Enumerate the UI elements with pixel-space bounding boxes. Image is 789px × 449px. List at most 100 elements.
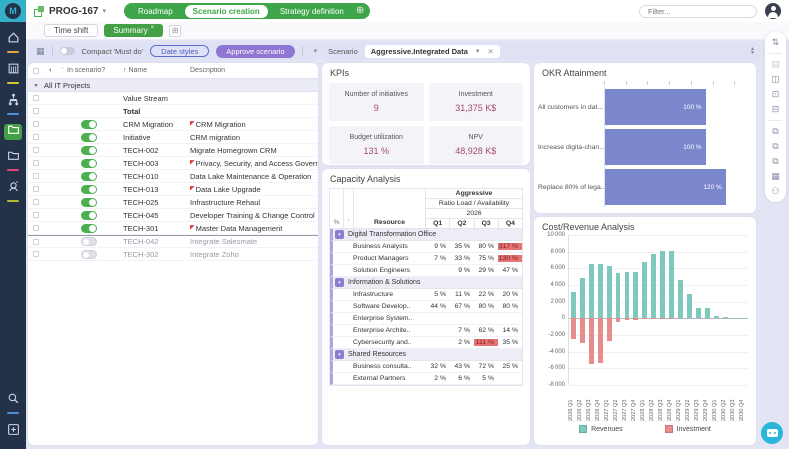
collapse-capacity-group-icon[interactable]: ▾ <box>335 350 344 359</box>
in-scenario-header[interactable]: In scenario? <box>67 67 123 74</box>
capacity-resource-row[interactable]: Software Develop.. 44 % 67 % 80 % 80 % <box>330 301 522 313</box>
capacity-resource-row[interactable]: Solution Engineers 9 % 29 % 47 % <box>330 265 522 277</box>
in-scenario-toggle[interactable] <box>81 223 97 233</box>
table-settings-icon[interactable]: ▦ <box>36 46 45 57</box>
row-checkbox[interactable] <box>33 108 39 114</box>
approve-scenario-button[interactable]: Approve scenario <box>216 44 295 58</box>
in-scenario-toggle[interactable] <box>81 145 97 155</box>
row-checkbox[interactable] <box>33 186 39 192</box>
scenario-select[interactable]: Aggressive.Integrated Data ▾ ✕ <box>364 44 500 58</box>
row-checkbox[interactable] <box>33 199 39 205</box>
project-row[interactable]: TECH-002 Migrate Homegrown CRM <box>28 144 318 157</box>
sidebar-item-add[interactable] <box>7 423 20 441</box>
tab-roadmap[interactable]: Roadmap <box>130 5 181 18</box>
tab-scenario-creation[interactable]: Scenario creation <box>184 4 268 18</box>
date-styles-button[interactable]: Date styles <box>150 45 210 57</box>
tab-strategy-definition[interactable]: Strategy definition <box>272 5 352 18</box>
in-scenario-toggle[interactable] <box>81 171 97 181</box>
row-checkbox[interactable] <box>33 134 39 140</box>
app-logo[interactable]: M <box>0 0 26 22</box>
description-header[interactable]: Description <box>185 67 318 74</box>
project-row[interactable]: TECH-042 Integrate Salesmate <box>28 235 318 248</box>
row-checkbox[interactable] <box>33 147 39 153</box>
book-icon[interactable]: ◫ <box>771 75 780 84</box>
filter-input[interactable] <box>639 4 757 18</box>
copy-scenario-icon[interactable]: ⧉ <box>772 127 778 136</box>
presentation-icon[interactable]: ⊟ <box>772 105 780 114</box>
export-image-icon[interactable]: ⊡ <box>772 90 780 99</box>
capacity-group-row[interactable]: ▾ Information & Solutions <box>330 277 522 289</box>
in-scenario-toggle[interactable] <box>81 237 97 246</box>
name-header[interactable]: ↑ Name <box>123 67 185 74</box>
row-checkbox[interactable] <box>33 212 39 218</box>
in-scenario-toggle[interactable] <box>81 197 97 207</box>
project-row[interactable]: Total <box>28 105 318 118</box>
row-checkbox[interactable] <box>33 95 39 101</box>
in-scenario-toggle[interactable] <box>81 249 97 259</box>
collapse-capacity-group-icon[interactable]: ▾ <box>335 230 344 239</box>
row-checkbox[interactable] <box>33 121 39 127</box>
project-row[interactable]: TECH-013 ◤Data Lake Upgrade <box>28 183 318 196</box>
in-scenario-toggle[interactable] <box>81 119 97 129</box>
in-scenario-toggle[interactable] <box>81 132 97 142</box>
project-row[interactable]: TECH-010 Data Lake Maintenance & Operatio… <box>28 170 318 183</box>
collapse-capacity-group-icon[interactable]: ▾ <box>335 278 344 287</box>
add-tab-icon[interactable]: ⊕ <box>356 6 364 16</box>
user-avatar[interactable] <box>765 3 781 19</box>
project-row[interactable]: Value Stream <box>28 92 318 105</box>
capacity-group-row[interactable]: ▾ Shared Resources <box>330 349 522 361</box>
compact-mustdo-toggle[interactable] <box>59 47 75 55</box>
project-chevron-icon[interactable]: ▾ <box>102 7 106 15</box>
project-row[interactable]: TECH-003 ◤Privacy, Security, and Access G… <box>28 157 318 170</box>
sidebar-item-folders[interactable] <box>7 149 20 171</box>
capacity-resource-row[interactable]: Product Managers 7 % 33 % 75 % 130 % <box>330 253 522 265</box>
project-row[interactable]: TECH-302 Integrate Zoho <box>28 248 318 261</box>
capacity-value-cell: 44 % <box>430 303 447 310</box>
capacity-resource-row[interactable]: Cybersecurity and.. 2 % 111 % 35 % <box>330 337 522 349</box>
collapse-group-icon[interactable]: ▾ <box>28 82 44 89</box>
project-group-row[interactable]: ▾ All IT Projects <box>28 79 318 92</box>
collapse-toolbar-control[interactable]: ▲ ▼ <box>750 47 755 56</box>
capacity-resource-row[interactable]: External Partners 2 % 6 % 5 % <box>330 373 522 385</box>
sidebar-item-search[interactable] <box>7 392 20 414</box>
sidebar-item-process[interactable] <box>7 180 20 202</box>
capacity-resource-row[interactable]: Business consulta.. 32 % 43 % 72 % 25 % <box>330 361 522 373</box>
capacity-resource-row[interactable]: Enterprise Archite.. 7 % 62 % 14 % <box>330 325 522 337</box>
team-icon[interactable]: ⚇ <box>771 187 779 196</box>
adjust-view-icon[interactable]: ⇅ <box>772 38 780 47</box>
sidebar-item-home[interactable] <box>7 31 20 53</box>
sidebar-item-roadmaps-active[interactable] <box>4 124 22 140</box>
capacity-value-cell: 9 % <box>458 267 470 274</box>
calendar-icon[interactable]: ▦ <box>771 172 780 181</box>
assistant-chat-button[interactable] <box>761 422 783 444</box>
sidebar-item-hierarchy[interactable] <box>7 93 20 115</box>
row-checkbox[interactable] <box>33 225 39 231</box>
select-all-checkbox[interactable] <box>33 67 39 74</box>
scenario-chevron-icon[interactable]: ▾ <box>314 47 318 55</box>
project-row[interactable]: TECH-301 ◤Master Data Management <box>28 222 318 235</box>
row-checkbox[interactable] <box>33 160 39 166</box>
capacity-group-row[interactable]: ▾ Digital Transformation Office <box>330 229 522 241</box>
close-summary-icon[interactable]: × <box>151 24 155 32</box>
new-view-tab-icon[interactable]: ⊞ <box>169 24 182 37</box>
in-scenario-toggle[interactable] <box>81 184 97 194</box>
clear-scenario-icon[interactable]: ✕ <box>487 47 493 56</box>
capacity-resource-row[interactable]: Infrastructure 5 % 11 % 22 % 20 % <box>330 289 522 301</box>
summary-tab[interactable]: Summary × <box>104 24 164 37</box>
sidebar-item-portfolio[interactable] <box>7 62 20 84</box>
time-shift-tab[interactable]: Time shift <box>44 24 99 37</box>
project-row[interactable]: CRM Migration ◤CRM Migration <box>28 118 318 131</box>
merge-scenario-icon[interactable]: ⧉ <box>772 157 778 166</box>
row-checkbox[interactable] <box>33 238 39 245</box>
project-row[interactable]: Initiative CRM migration <box>28 131 318 144</box>
import-scenario-icon[interactable]: ⧉ <box>772 142 778 151</box>
project-row[interactable]: TECH-025 Infrastructure Rehaul <box>28 196 318 209</box>
capacity-resource-row[interactable]: Business Analysts 9 % 35 % 80 % 317 % <box>330 241 522 253</box>
visibility-column-icon[interactable]: ◐ <box>44 67 58 74</box>
capacity-resource-row[interactable]: Enterprise System.. <box>330 313 522 325</box>
project-row[interactable]: TECH-045 Developer Training & Change Cont… <box>28 209 318 222</box>
in-scenario-toggle[interactable] <box>81 158 97 168</box>
in-scenario-toggle[interactable] <box>81 210 97 220</box>
row-checkbox[interactable] <box>33 251 39 257</box>
row-checkbox[interactable] <box>33 173 39 179</box>
